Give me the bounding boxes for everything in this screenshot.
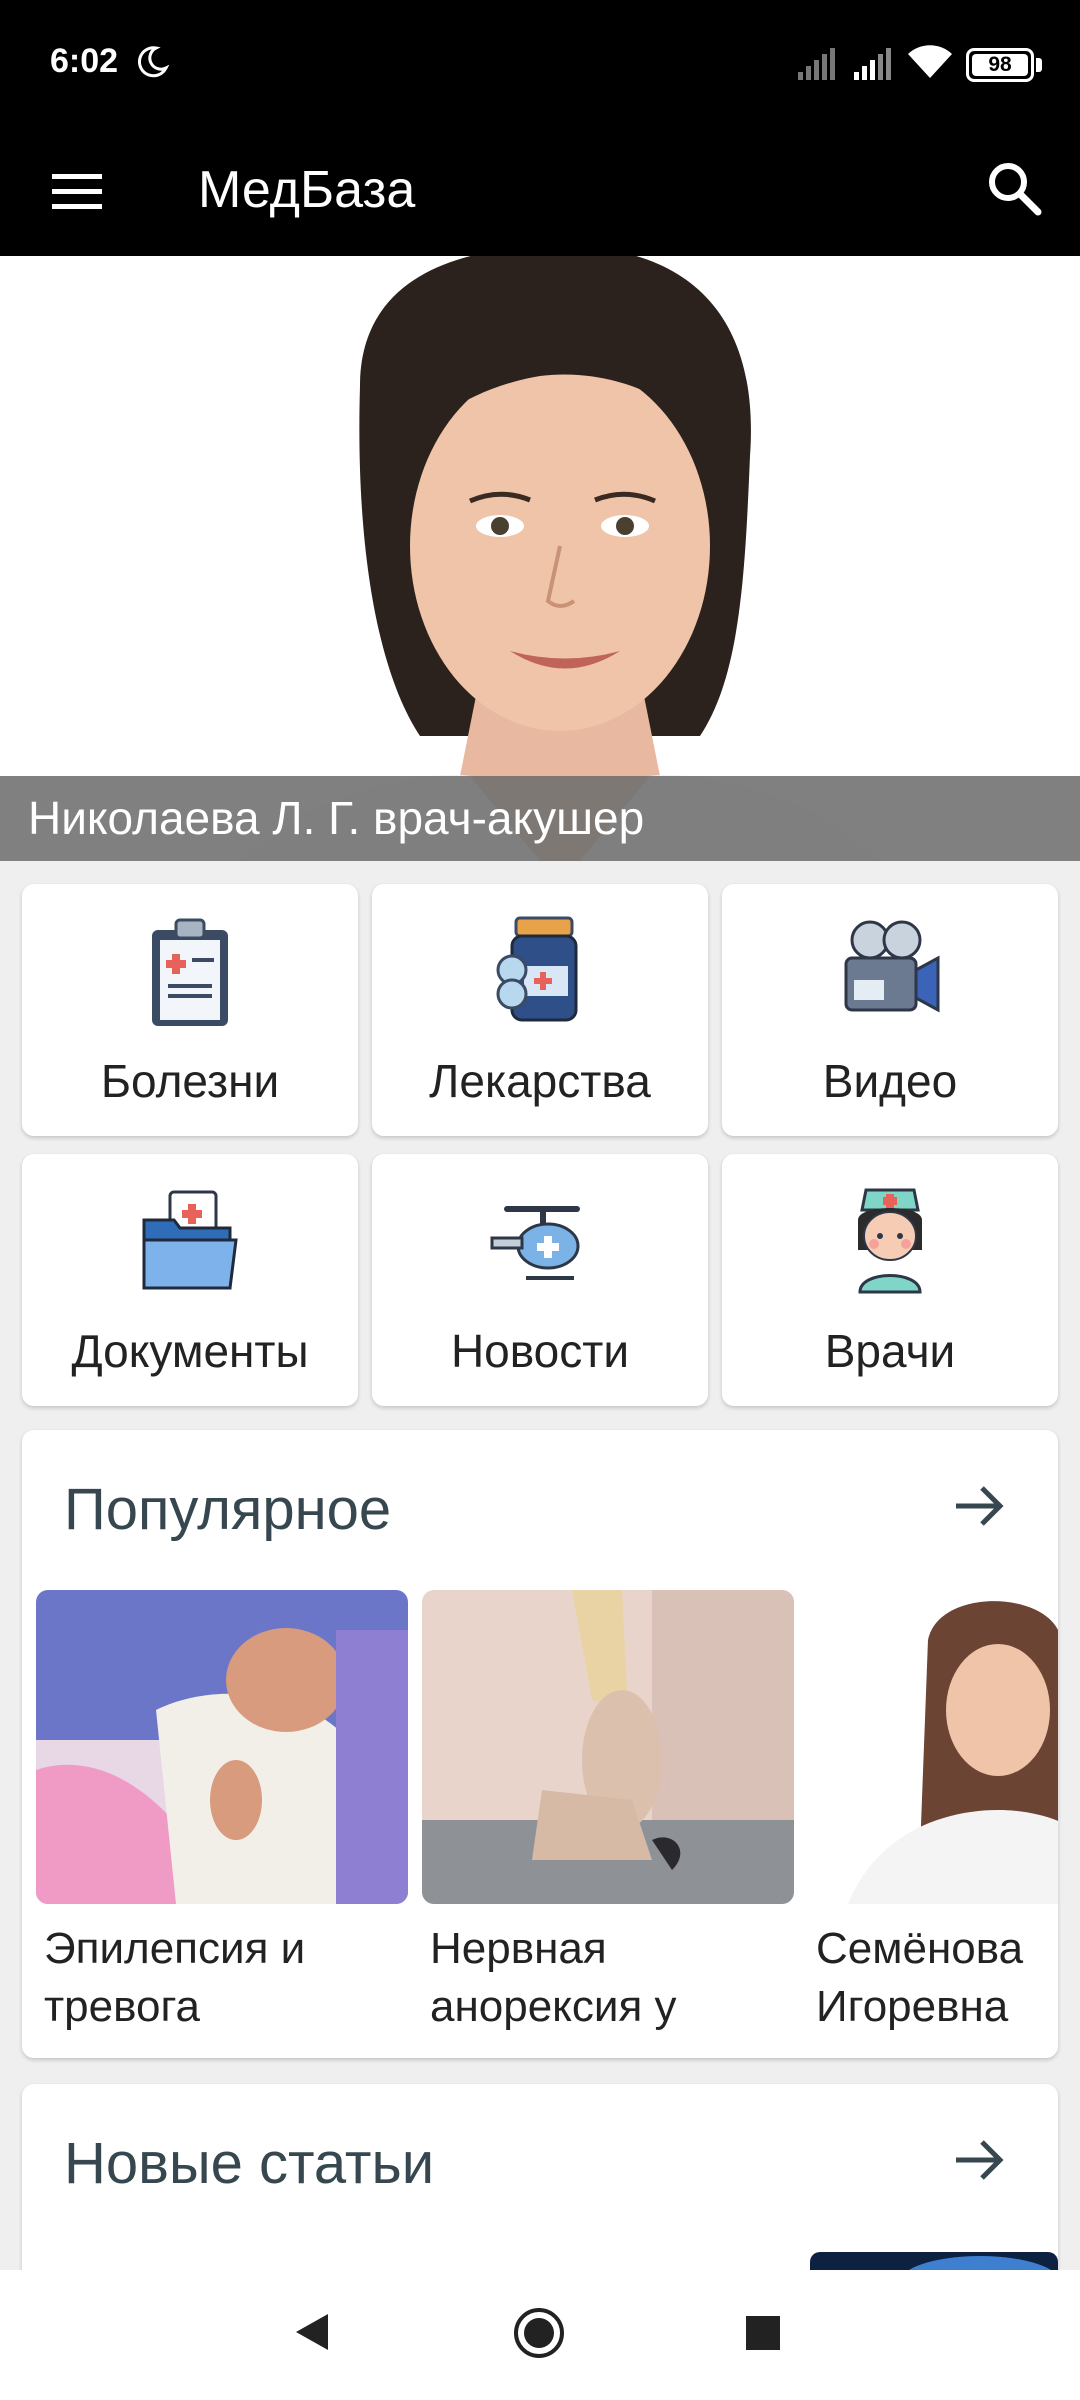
wifi-icon xyxy=(908,45,952,78)
category-diseases[interactable]: Болезни xyxy=(22,884,358,1136)
doctor-thumbnail-image xyxy=(808,1590,1058,1904)
nurse-icon xyxy=(858,1188,922,1294)
doctor-caption: Николаева Л. Г. врач-акушер xyxy=(0,776,1080,861)
clipboard-icon xyxy=(152,918,228,1026)
home-icon[interactable] xyxy=(512,2306,566,2360)
battery-icon: 98 xyxy=(966,48,1034,82)
article-thumbnail-image xyxy=(422,1590,794,1904)
status-bar: 6:02 98 xyxy=(0,0,1080,128)
system-navigation-bar xyxy=(0,2270,1080,2400)
recent-apps-icon[interactable] xyxy=(746,2316,780,2350)
card-title: Нервная анорексия у xyxy=(430,1924,677,2031)
category-label: Видео xyxy=(822,1055,958,1107)
category-label: Болезни xyxy=(100,1055,280,1107)
menu-icon[interactable] xyxy=(44,158,110,224)
status-time: 6:02 xyxy=(50,42,119,80)
arrow-right-icon[interactable] xyxy=(950,1476,1010,1536)
category-label: Документы xyxy=(71,1325,309,1377)
section-title: Новые статьи xyxy=(64,2131,435,2196)
app-bar: МедБаза xyxy=(0,128,1080,256)
category-medicines[interactable]: Лекарства xyxy=(372,884,708,1136)
signal-icon xyxy=(798,48,835,80)
category-documents[interactable]: Документы xyxy=(22,1154,358,1406)
folder-icon xyxy=(142,1190,238,1290)
category-label: Врачи xyxy=(824,1325,956,1377)
arrow-right-icon[interactable] xyxy=(950,2130,1010,2190)
battery-level: 98 xyxy=(972,54,1028,76)
app-title: МедБаза xyxy=(198,161,416,219)
helicopter-icon xyxy=(490,1206,580,1280)
video-camera-icon xyxy=(844,920,940,1013)
category-label: Лекарства xyxy=(429,1055,651,1107)
do-not-disturb-moon-icon xyxy=(137,46,170,78)
featured-doctor-banner[interactable]: Николаева Л. Г. врач-акушер xyxy=(0,256,1080,861)
category-doctors[interactable]: Врачи xyxy=(722,1154,1058,1406)
category-video[interactable]: Видео xyxy=(722,884,1058,1136)
battery-tip xyxy=(1036,58,1042,72)
search-icon[interactable] xyxy=(980,154,1050,224)
signal-icon xyxy=(854,48,891,80)
popular-section: Популярное Эпилепсия и тревога Нервная а… xyxy=(22,1430,1058,2058)
doctor-portrait-image xyxy=(0,256,1080,861)
medicine-jar-icon xyxy=(496,916,578,1022)
category-news[interactable]: Новости xyxy=(372,1154,708,1406)
back-icon[interactable] xyxy=(292,2310,332,2354)
card-title: Эпилепсия и тревога xyxy=(44,1924,306,2031)
category-label: Новости xyxy=(450,1325,630,1377)
section-title: Популярное xyxy=(64,1477,392,1542)
article-thumbnail-image xyxy=(36,1590,408,1904)
card-title: Семёнова Игоревна xyxy=(816,1924,1024,2031)
